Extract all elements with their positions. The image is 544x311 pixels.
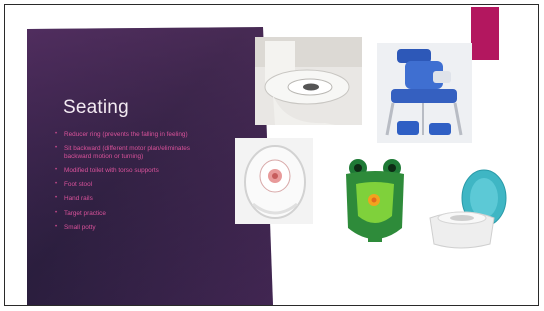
bullet-reducer-ring: Reducer ring (prevents the falling in fe… — [55, 131, 215, 139]
small-potty-photo — [424, 168, 514, 252]
slide-frame: Seating Reducer ring (prevents the falli… — [4, 4, 539, 306]
bullet-foot-stool: Foot stool — [55, 181, 215, 189]
reducer-ring-topdown-photo — [235, 138, 313, 224]
bullet-sit-backward: Sit backward (different motor plan/elimi… — [55, 145, 215, 160]
bullet-target-practice: Target practice — [55, 210, 215, 218]
frog-urinal-photo — [338, 154, 412, 250]
bullet-modified-toilet: Modified toilet with torso supports — [55, 167, 215, 175]
supportive-toilet-seat-photo — [377, 43, 472, 143]
toilet-with-reducer-ring-photo — [255, 37, 362, 125]
bullet-hand-rails: Hand rails — [55, 195, 215, 203]
slide-title: Seating — [63, 97, 129, 118]
accent-bar — [471, 7, 499, 60]
bullet-list: Reducer ring (prevents the falling in fe… — [55, 131, 215, 238]
bullet-small-potty: Small potty — [55, 224, 215, 232]
